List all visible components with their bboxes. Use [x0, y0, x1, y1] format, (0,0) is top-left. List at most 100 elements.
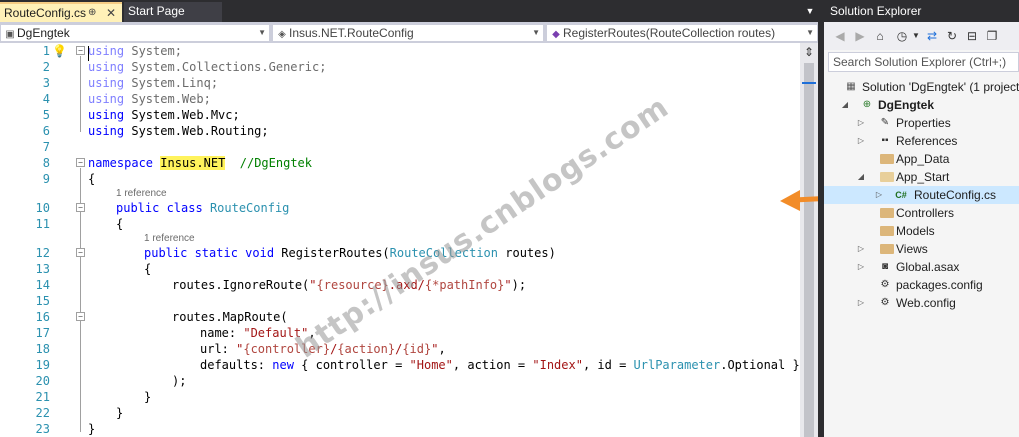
tree-item-routeconfig-cs[interactable]: ▷ C# RouteConfig.cs: [824, 186, 1019, 204]
collapse-all-icon[interactable]: ⊟: [964, 28, 980, 44]
brace: }: [88, 422, 96, 436]
tree-item-app-start[interactable]: ◢ App_Start: [824, 168, 1019, 186]
project-dropdown[interactable]: ▣ DgEngtek ▼: [0, 24, 270, 42]
collapse-region-icon[interactable]: −: [76, 158, 85, 167]
tree-item-label: References: [896, 134, 958, 148]
folder-icon: [880, 226, 894, 236]
tree-item-label: Models: [896, 224, 935, 238]
expanded-arrow-icon[interactable]: ◢: [840, 96, 850, 114]
line-number: 4: [42, 92, 50, 106]
member-dropdown[interactable]: ◆ RegisterRoutes(RouteCollection routes) …: [546, 24, 818, 42]
collapsed-arrow-icon[interactable]: ▷: [856, 132, 866, 150]
tree-item-label: Controllers: [896, 206, 955, 220]
namespace-ref: System.Collections.Generic;: [124, 60, 327, 74]
namespace-name: Insus.NET: [160, 156, 226, 170]
tab-routeconfig-cs[interactable]: RouteConfig.cs ⊕ ✕: [0, 2, 122, 22]
tree-item-label: App_Data: [896, 152, 950, 166]
namespace-ref: System.Web.Routing;: [124, 124, 269, 138]
close-icon[interactable]: ✕: [106, 4, 116, 22]
line-number: 7: [42, 140, 50, 154]
code-line: using System.Web;: [88, 92, 211, 106]
collapsed-arrow-icon[interactable]: ▷: [856, 294, 866, 312]
pin-icon[interactable]: ⊕: [88, 4, 96, 22]
class-name: RouteConfig: [209, 201, 290, 215]
lightbulb-icon[interactable]: 💡: [52, 44, 67, 58]
type-name: RouteCollection: [389, 246, 499, 260]
scrollbar-thumb[interactable]: [804, 63, 814, 437]
line-number: 21: [35, 390, 50, 404]
sync-icon[interactable]: ⇄: [924, 28, 940, 44]
class-icon: ◈: [278, 29, 286, 40]
string: "Index": [532, 358, 583, 372]
tab-start-page[interactable]: Start Page: [124, 2, 222, 22]
references-icon: ▪▪: [881, 135, 889, 146]
tree-item-label: DgEngtek: [878, 98, 935, 112]
method-call: routes.IgnoreRoute(: [172, 278, 310, 292]
tree-item-views[interactable]: ▷ Views: [824, 240, 1019, 258]
keyword: using: [88, 60, 125, 74]
line-number: 16: [35, 310, 50, 324]
tree-item-global-asax[interactable]: ▷ ◙ Global.asax: [824, 258, 1019, 276]
split-window-icon[interactable]: ⇕: [803, 45, 815, 59]
dropdown-icon[interactable]: ▼: [908, 28, 924, 44]
collapse-region-icon[interactable]: −: [76, 312, 85, 321]
code-lens-references[interactable]: 1 reference: [144, 233, 195, 244]
tree-item-label: Solution 'DgEngtek' (1 project): [862, 80, 1019, 94]
namespace-ref: System;: [124, 44, 182, 58]
code-editor-panel: RouteConfig.cs ⊕ ✕ Start Page ▼ ▣ DgEngte…: [0, 0, 818, 437]
folder-open-icon: [880, 172, 894, 182]
code-line: {: [116, 217, 123, 231]
tab-label: RouteConfig.cs: [4, 6, 87, 20]
home-icon[interactable]: ⌂: [872, 28, 888, 44]
forward-icon[interactable]: ▶: [852, 28, 868, 44]
brace: }: [116, 406, 124, 420]
string-placeholder: {*pathInfo}: [424, 278, 505, 292]
collapse-region-icon[interactable]: −: [76, 248, 85, 257]
collapse-region-icon[interactable]: −: [76, 203, 85, 212]
punctuation: );: [511, 278, 527, 292]
tree-item-controllers[interactable]: Controllers: [824, 204, 1019, 222]
collapsed-arrow-icon[interactable]: ▷: [856, 114, 866, 132]
folder-icon: [880, 154, 894, 164]
code-line: using System.Linq;: [88, 76, 218, 90]
collapsed-arrow-icon[interactable]: ▷: [874, 186, 884, 204]
brace: {: [88, 172, 96, 186]
tree-item-app-data[interactable]: App_Data: [824, 150, 1019, 168]
tree-item-models[interactable]: Models: [824, 222, 1019, 240]
member-dropdown-value: RegisterRoutes(RouteCollection routes): [563, 26, 776, 40]
string-placeholder: {action}: [337, 342, 396, 356]
collapsed-arrow-icon[interactable]: ▷: [856, 258, 866, 276]
code-text-area[interactable]: 💡 1 2 3 4 5 6 7 8 9 10 11 12 13 14 15 16…: [0, 43, 800, 437]
brace: {: [116, 217, 124, 231]
collapse-region-icon[interactable]: −: [76, 46, 85, 55]
tree-item-packages-config[interactable]: ⚙ packages.config: [824, 276, 1019, 294]
tree-item-solution[interactable]: ▦ Solution 'DgEngtek' (1 project): [824, 78, 1019, 96]
copy-icon[interactable]: ❐: [984, 28, 1000, 44]
code-lens-references[interactable]: 1 reference: [116, 188, 167, 199]
tab-overflow-dropdown-icon[interactable]: ▼: [804, 4, 816, 18]
class-dropdown[interactable]: ◈ Insus.NET.RouteConfig ▼: [272, 24, 544, 42]
code-line: }: [144, 390, 151, 404]
keyword: new: [272, 358, 294, 372]
refresh-icon[interactable]: ↻: [944, 28, 960, 44]
named-argument: url:: [200, 342, 237, 356]
back-icon[interactable]: ◀: [832, 28, 848, 44]
line-number: 6: [42, 124, 50, 138]
collapsed-arrow-icon[interactable]: ▷: [856, 240, 866, 258]
expanded-arrow-icon[interactable]: ◢: [856, 168, 866, 186]
line-number: 11: [35, 217, 50, 231]
tree-item-web-config[interactable]: ▷ ⚙ Web.config: [824, 294, 1019, 312]
tree-item-references[interactable]: ▷ ▪▪ References: [824, 132, 1019, 150]
code-line: }: [116, 406, 123, 420]
line-number: 1: [42, 44, 50, 58]
line-number: 13: [35, 262, 50, 276]
type-name: UrlParameter: [633, 358, 721, 372]
project-dropdown-value: DgEngtek: [17, 26, 70, 40]
tree-item-label: App_Start: [896, 170, 950, 184]
solution-explorer-search-input[interactable]: Search Solution Explorer (Ctrl+;): [828, 52, 1019, 72]
tree-item-properties[interactable]: ▷ ✎ Properties: [824, 114, 1019, 132]
editor-vertical-scrollbar[interactable]: ⇕: [800, 43, 818, 437]
folder-icon: [880, 244, 894, 254]
code-line: routes.MapRoute(: [172, 310, 288, 324]
tree-item-project[interactable]: ◢ ⊕ DgEngtek: [824, 96, 1019, 114]
